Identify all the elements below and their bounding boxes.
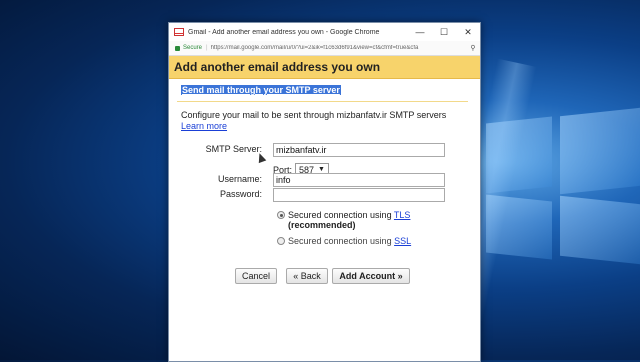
description-text: Configure your mail to be sent through m…	[181, 110, 447, 120]
address-separator: |	[206, 45, 208, 51]
maximize-button[interactable]: ☐	[432, 27, 456, 38]
tls-link[interactable]: TLS	[394, 210, 411, 220]
username-label: Username:	[217, 174, 262, 184]
learn-more-link[interactable]: Learn more	[181, 121, 227, 131]
divider	[177, 101, 468, 102]
back-button[interactable]: « Back	[286, 268, 328, 284]
windows-logo-pane	[560, 195, 640, 265]
ssl-link[interactable]: SSL	[394, 236, 411, 246]
smtp-form: SMTP Server: mizbanfatv.ir Port: 587 ▼ U…	[181, 142, 468, 292]
windows-logo-pane	[560, 107, 640, 195]
password-input[interactable]	[273, 188, 445, 202]
tls-radio[interactable]	[277, 211, 285, 219]
secure-label: Secure	[183, 45, 203, 51]
password-label: Password:	[219, 189, 262, 199]
tls-label: Secured connection using	[288, 210, 392, 220]
lock-icon	[175, 45, 180, 51]
ssl-label: Secured connection using	[288, 236, 392, 246]
ssl-option[interactable]: Secured connection using SSL	[277, 236, 411, 246]
minimize-button[interactable]: —	[408, 27, 432, 37]
ssl-radio[interactable]	[277, 237, 285, 245]
windows-logo-pane	[486, 194, 552, 260]
close-button[interactable]: ✕	[456, 27, 480, 38]
tls-option[interactable]: Secured connection using TLS (recommende…	[277, 210, 410, 230]
chrome-popup-window: Gmail - Add another email address you ow…	[168, 22, 481, 362]
add-account-button[interactable]: Add Account »	[332, 268, 410, 284]
title-bar[interactable]: Gmail - Add another email address you ow…	[169, 23, 480, 41]
window-title: Gmail - Add another email address you ow…	[188, 28, 380, 36]
cancel-button[interactable]: Cancel	[235, 268, 277, 284]
gmail-icon	[174, 28, 184, 36]
section-title: Send mail through your SMTP server	[181, 85, 341, 95]
tls-recommended: (recommended)	[288, 220, 356, 230]
chevron-down-icon: ▼	[318, 166, 325, 173]
username-input[interactable]: info	[273, 173, 445, 187]
smtp-server-input[interactable]: mizbanfatv.ir	[273, 143, 445, 157]
description: Configure your mail to be sent through m…	[181, 110, 468, 132]
zoom-icon[interactable]: ⚲	[469, 44, 477, 52]
smtp-server-label: SMTP Server:	[205, 144, 262, 154]
url-text[interactable]: https://mail.google.com/mail/u/0/?ui=2&i…	[211, 45, 469, 51]
page-title: Add another email address you own	[169, 56, 480, 79]
windows-logo-pane	[486, 116, 552, 194]
address-bar[interactable]: Secure | https://mail.google.com/mail/u/…	[169, 41, 480, 56]
